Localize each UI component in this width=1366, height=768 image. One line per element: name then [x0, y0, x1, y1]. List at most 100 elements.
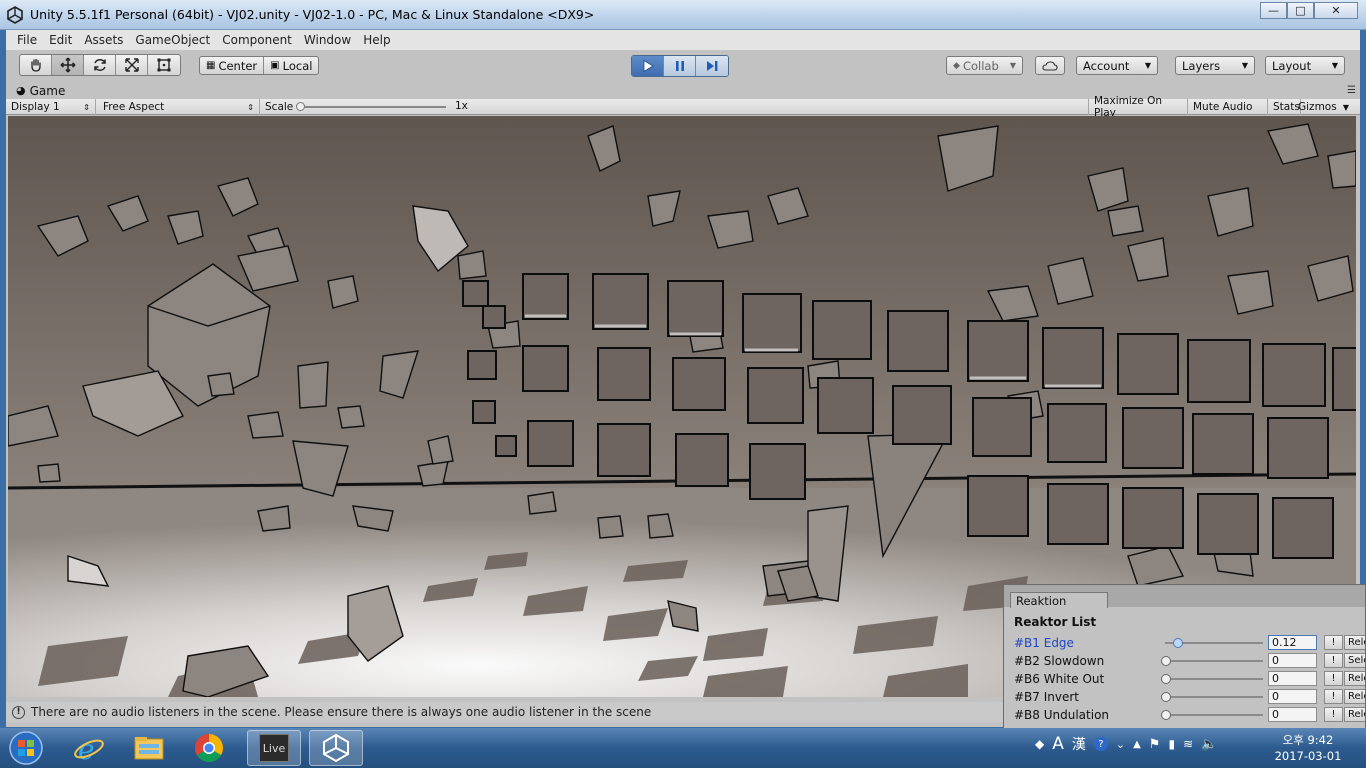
layers-dropdown[interactable]: Layers ▼ — [1175, 56, 1255, 75]
unity-icon — [323, 733, 349, 763]
tray-menu-icon[interactable]: ⌄ — [1116, 738, 1125, 751]
pivot-center-button[interactable]: ▦ Center — [200, 57, 265, 74]
reaktor-bang-button[interactable]: ! — [1324, 635, 1343, 650]
tab-reaktion-label: Reaktion — [1016, 593, 1067, 608]
mute-audio-label: Mute Audio — [1193, 101, 1253, 113]
reaktor-slider-handle[interactable] — [1172, 638, 1183, 648]
reaktor-release-button[interactable]: Rele — [1344, 635, 1365, 650]
windows-taskbar: e Live ◆ A 漢 ? ⌄ ▲ ⚑ ▮ ≋ 🔈 오후 9:42 2017-… — [0, 728, 1366, 768]
window-title-bar: Unity 5.5.1f1 Personal (64bit) - VJ02.un… — [0, 0, 1366, 30]
reaktor-bang-button[interactable]: ! — [1324, 653, 1343, 668]
rect-icon[interactable] — [148, 55, 180, 75]
hand-icon[interactable] — [20, 55, 52, 75]
taskbar-ie[interactable]: e — [62, 730, 116, 766]
reaktor-name[interactable]: #B6 White Out — [1014, 672, 1104, 686]
language-bar-icon[interactable]: ◆ — [1035, 737, 1044, 751]
network-icon[interactable]: ▮ — [1168, 737, 1175, 751]
clock-time: 오후 9:42 — [1282, 733, 1334, 747]
reaktor-value-field[interactable]: 0 — [1268, 671, 1317, 686]
menu-window[interactable]: Window — [298, 33, 357, 47]
reaktor-row: #B6 White Out 0 ! Rele — [1004, 670, 1365, 688]
layout-dropdown[interactable]: Layout ▼ — [1265, 56, 1345, 75]
volume-icon[interactable]: 🔈 — [1201, 737, 1217, 752]
reaktor-name[interactable]: #B2 Slowdown — [1014, 654, 1104, 668]
menu-component[interactable]: Component — [216, 33, 298, 47]
maximize-on-play-toggle[interactable]: Maximize On Play — [1088, 95, 1188, 119]
reaktor-slider-track[interactable] — [1165, 696, 1263, 698]
pivot-local-button[interactable]: ▣ Local — [264, 57, 318, 74]
reaktor-slider-handle[interactable] — [1161, 656, 1171, 666]
signal-icon[interactable]: ≋ — [1183, 737, 1193, 751]
step-icon[interactable] — [696, 56, 728, 76]
reaktor-value-field[interactable]: 0 — [1268, 707, 1317, 722]
taskbar-explorer[interactable] — [122, 730, 176, 766]
maximize-icon[interactable]: □ — [1287, 2, 1314, 19]
move-icon[interactable] — [52, 55, 84, 75]
mute-audio-toggle[interactable]: Mute Audio — [1188, 99, 1268, 115]
reaktor-slider-track[interactable] — [1165, 660, 1263, 662]
reaktor-slider-handle[interactable] — [1161, 710, 1171, 720]
reaktor-row: #B1 Edge 0.12 ! Rele — [1004, 634, 1365, 652]
minimize-icon[interactable]: — — [1260, 2, 1287, 19]
menu-assets[interactable]: Assets — [78, 33, 129, 47]
menu-gameobject[interactable]: GameObject — [129, 33, 216, 47]
live-icon: Live — [259, 734, 289, 762]
taskbar-chrome[interactable] — [182, 730, 236, 766]
reaktor-slider-handle[interactable] — [1161, 674, 1171, 684]
taskbar-unity[interactable] — [309, 730, 363, 766]
reaktor-value-field[interactable]: 0.12 — [1268, 635, 1317, 650]
collab-icon: ◆ — [953, 60, 960, 71]
cloud-button[interactable] — [1035, 56, 1065, 75]
ime-han-indicator[interactable]: 漢 — [1072, 734, 1086, 754]
chrome-icon — [195, 734, 223, 762]
gizmos-dropdown[interactable]: Gizmos ▼ — [1293, 99, 1354, 115]
reaktor-value-field[interactable]: 0 — [1268, 653, 1317, 668]
help-icon[interactable]: ? — [1093, 737, 1108, 751]
show-hidden-icons-icon[interactable]: ▲ — [1133, 739, 1141, 750]
ime-a-indicator[interactable]: A — [1052, 734, 1064, 754]
scale-label: Scale — [265, 101, 294, 113]
clock-date: 2017-03-01 — [1274, 749, 1342, 763]
chevron-updown-icon: ⇕ — [247, 102, 254, 112]
reaktor-name[interactable]: #B1 Edge — [1014, 636, 1074, 650]
warning-icon: ! — [12, 705, 25, 719]
taskbar-live[interactable]: Live — [247, 730, 301, 766]
play-icon[interactable] — [632, 56, 664, 76]
reaktor-name[interactable]: #B8 Undulation — [1014, 708, 1109, 722]
scale-slider-handle[interactable] — [296, 102, 305, 111]
pause-icon[interactable] — [664, 56, 696, 76]
display-label: Display 1 — [11, 101, 60, 113]
menu-edit[interactable]: Edit — [43, 33, 78, 47]
menu-file[interactable]: File — [11, 33, 43, 47]
start-button[interactable] — [4, 730, 48, 766]
reaktor-bang-button[interactable]: ! — [1324, 689, 1343, 704]
scale-icon[interactable] — [116, 55, 148, 75]
close-icon[interactable]: ✕ — [1314, 2, 1358, 19]
reaktor-slider-track[interactable] — [1165, 678, 1263, 680]
reaktor-bang-button[interactable]: ! — [1324, 671, 1343, 686]
reaktor-name[interactable]: #B7 Invert — [1014, 690, 1079, 704]
aspect-dropdown[interactable]: Free Aspect ⇕ — [98, 99, 260, 115]
reaktor-release-button[interactable]: Rele — [1344, 707, 1365, 722]
reaktor-slider-handle[interactable] — [1161, 692, 1171, 702]
menu-help[interactable]: Help — [357, 33, 396, 47]
reaktor-release-button[interactable]: Rele — [1344, 689, 1365, 704]
display-dropdown[interactable]: Display 1 ⇕ — [6, 99, 96, 115]
collab-dropdown[interactable]: ◆ Collab ▼ — [946, 56, 1023, 75]
taskbar-clock[interactable]: 오후 9:42 2017-03-01 — [1268, 732, 1348, 764]
reaktor-value-field[interactable]: 0 — [1268, 689, 1317, 704]
reaktor-release-button[interactable]: Rele — [1344, 671, 1365, 686]
action-center-flag-icon[interactable]: ⚑ — [1149, 737, 1161, 752]
tab-game[interactable]: ◕ Game — [8, 82, 73, 99]
scale-slider-track[interactable] — [300, 106, 446, 108]
reaktor-row: #B8 Undulation 0 ! Rele — [1004, 706, 1365, 724]
account-dropdown[interactable]: Account ▼ — [1076, 56, 1158, 75]
reaktor-slider-track[interactable] — [1165, 714, 1263, 716]
reaktor-row: #B7 Invert 0 ! Rele — [1004, 688, 1365, 706]
tab-reaktion[interactable]: Reaktion — [1010, 592, 1108, 608]
reaktor-release-button[interactable]: Sele — [1344, 653, 1365, 668]
rotate-icon[interactable] — [84, 55, 116, 75]
window-title: Unity 5.5.1f1 Personal (64bit) - VJ02.un… — [30, 7, 595, 22]
reaktor-bang-button[interactable]: ! — [1324, 707, 1343, 722]
tab-menu-icon[interactable]: ☰ — [1347, 85, 1356, 96]
